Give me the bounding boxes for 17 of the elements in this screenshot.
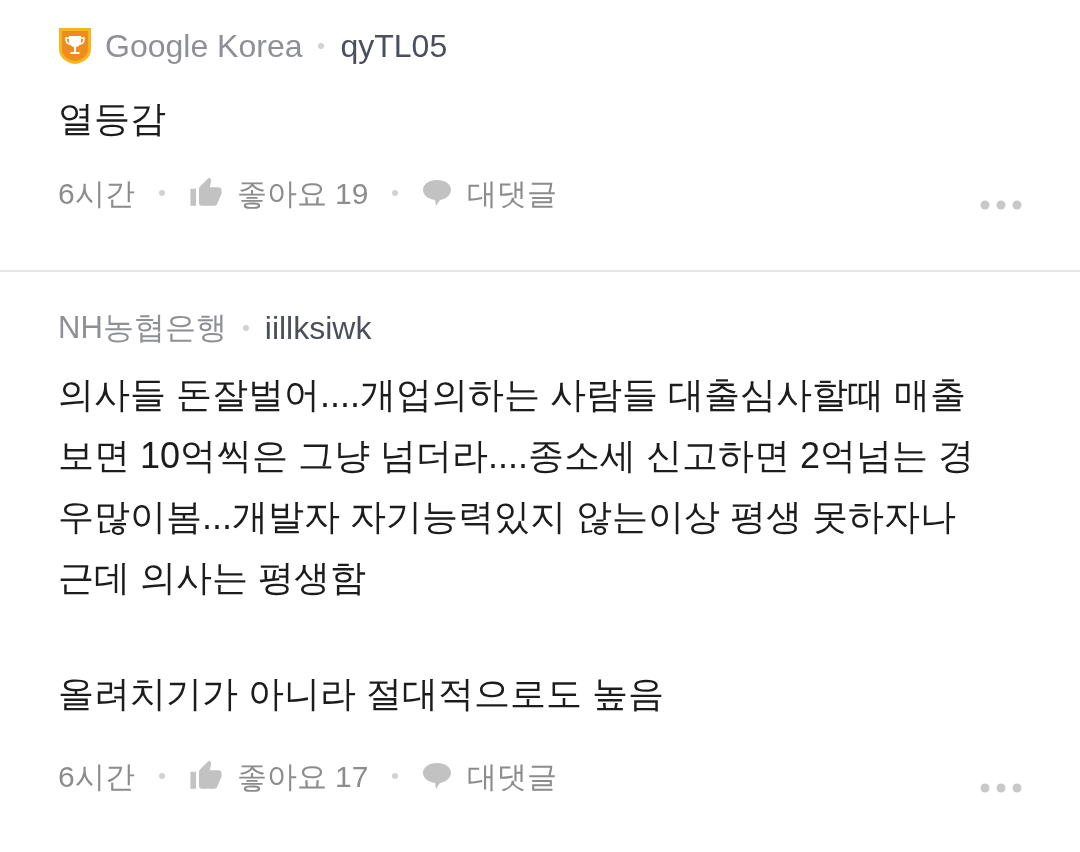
reply-button[interactable]: 대댓글: [422, 753, 558, 799]
like-button[interactable]: 좋아요 17: [188, 753, 369, 799]
more-icon: [980, 200, 1022, 210]
like-button[interactable]: 좋아요 19: [188, 170, 369, 216]
speech-bubble-icon: [422, 179, 453, 207]
comment-text: 열등감: [58, 97, 167, 141]
timestamp: 6시간: [58, 758, 135, 795]
reply-button[interactable]: 대댓글: [422, 170, 558, 216]
username-link[interactable]: iillksiwk: [264, 304, 372, 352]
comment-text: 의사들 돈잘벌어....개업의하는 사람들 대출심사할때 매출 보면 10억씩은 그냥 넘더라....종소세 신고하면 2억넘는 경 우많이봄...개발자 자기능력있지 않는이상 평생 못하자나 근데 의사는 평생함: [58, 373, 976, 600]
username-link[interactable]: qyTL05: [340, 22, 448, 70]
comment-text: 올려치기가 아니라 절대적으로도 높음: [58, 672, 665, 716]
affiliation-label: Google Korea: [105, 27, 303, 66]
speech-bubble-icon: [422, 762, 453, 790]
affiliation-label: NH농협은행: [58, 308, 227, 347]
more-icon: [980, 783, 1022, 793]
timestamp: 6시간: [58, 175, 135, 212]
